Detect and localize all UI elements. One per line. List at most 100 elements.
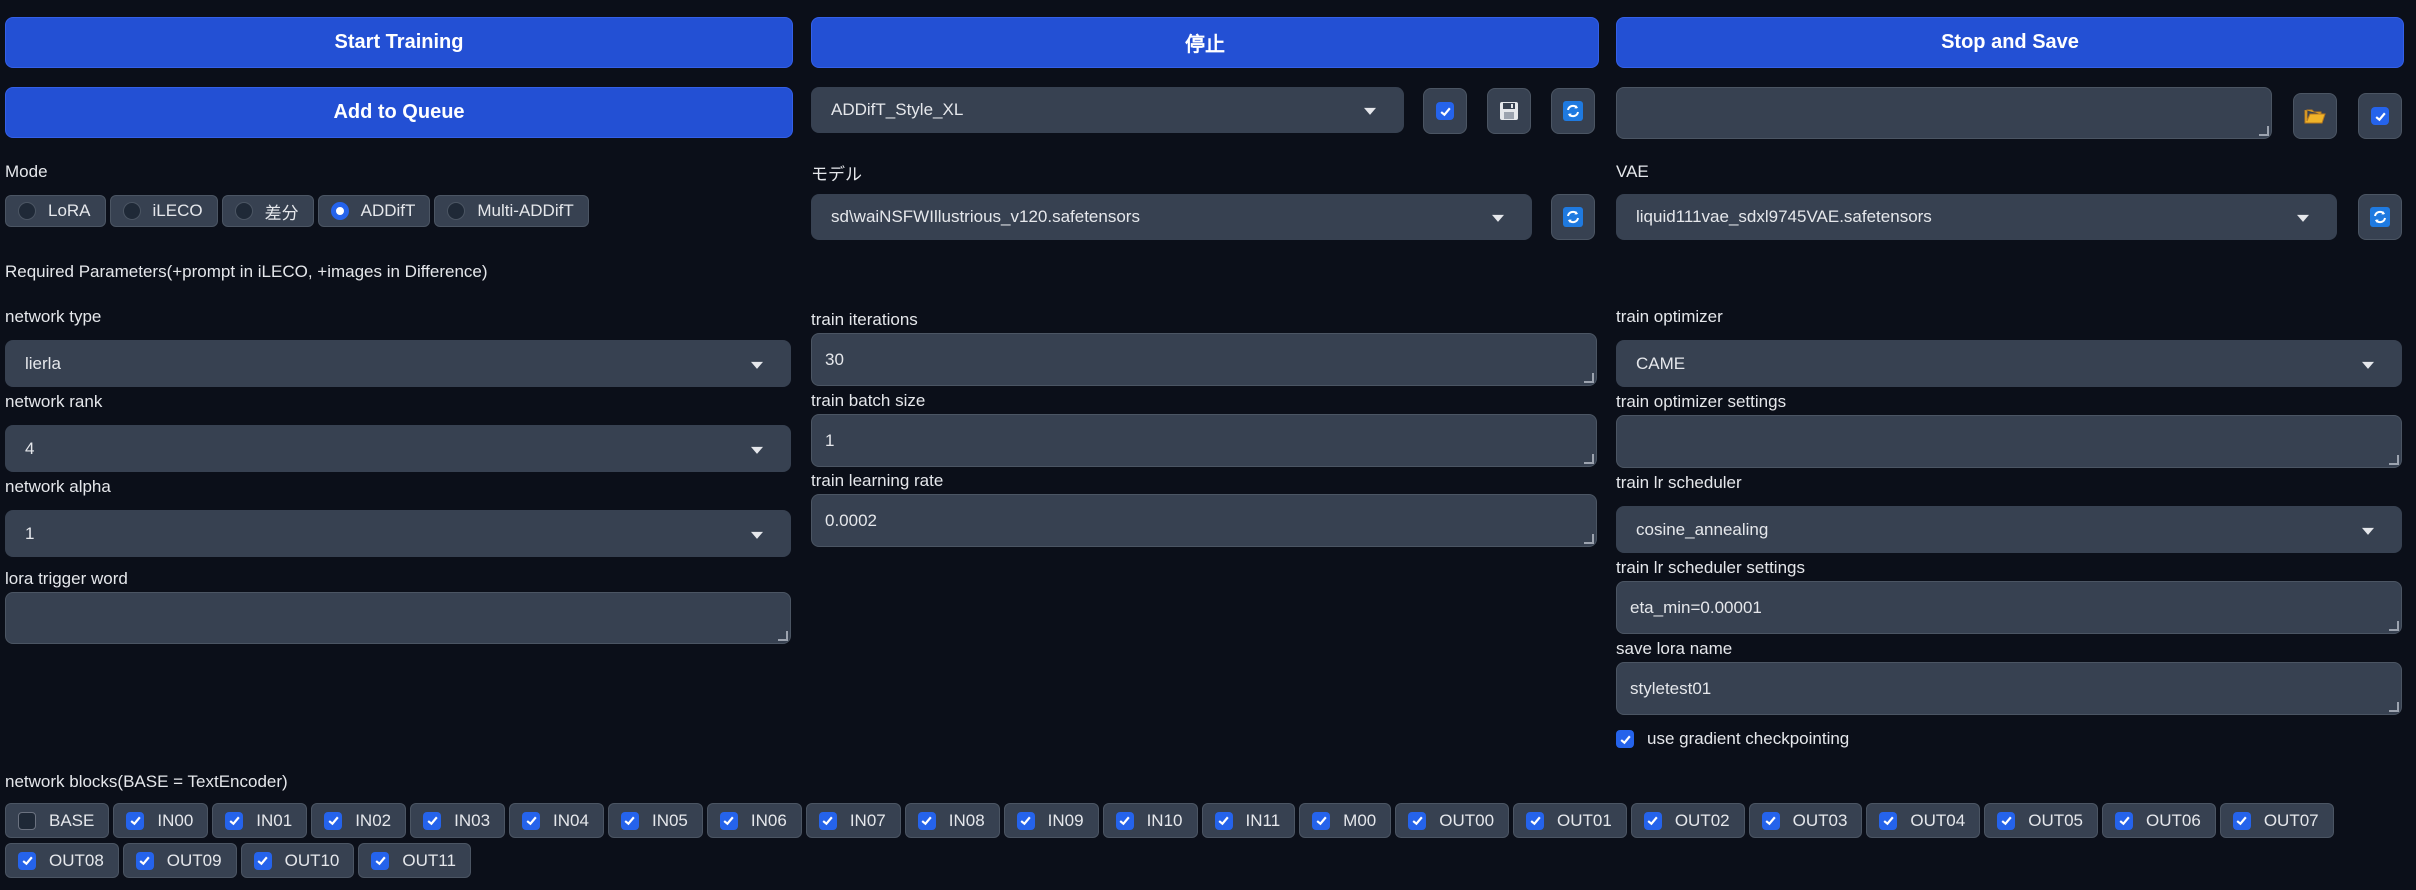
block-label: OUT06 [2146,810,2201,830]
save-preset-button[interactable] [1487,88,1531,134]
resize-handle-icon[interactable] [778,631,788,641]
open-folder-button[interactable] [2293,93,2337,139]
lr-scheduler-settings-input[interactable]: eta_min=0.00001 [1616,581,2402,634]
preset-dropdown[interactable]: ADDifT_Style_XL [811,87,1404,133]
block-checkbox-in01[interactable]: IN01 [212,803,308,838]
network-alpha-dropdown[interactable]: 1 [5,510,791,557]
start-training-button[interactable]: Start Training [5,17,793,68]
train-iterations-input[interactable]: 30 [811,333,1597,386]
chevron-down-icon [751,361,763,369]
resize-handle-icon[interactable] [1584,454,1594,464]
optimizer-settings-input[interactable] [1616,415,2402,468]
block-checkbox-in11[interactable]: IN11 [1201,803,1296,838]
train-iterations-label: train iterations [811,310,918,329]
mode-option-lora[interactable]: LoRA [5,195,106,227]
preset-name-input[interactable] [1616,87,2272,139]
resize-handle-icon[interactable] [2389,621,2399,631]
train-batch-size-input[interactable]: 1 [811,414,1597,467]
block-checkbox-in07[interactable]: IN07 [805,803,901,838]
gradient-checkpointing-checkbox[interactable]: use gradient checkpointing [1616,729,1849,749]
lr-scheduler-dropdown[interactable]: cosine_annealing [1616,506,2402,553]
checkbox-checked-icon [1312,811,1331,830]
block-checkbox-out06[interactable]: OUT06 [2102,803,2216,838]
save-lora-name-input[interactable]: styletest01 [1616,662,2402,715]
block-label: IN08 [948,810,985,830]
block-label: OUT08 [49,850,104,870]
block-checkbox-out01[interactable]: OUT01 [1513,803,1627,838]
block-checkbox-m00[interactable]: M00 [1299,803,1392,838]
vae-dropdown[interactable]: liquid111vae_sdxl9745VAE.safetensors [1616,194,2337,240]
block-label: IN05 [651,810,688,830]
block-label: IN11 [1245,810,1281,830]
block-checkbox-in10[interactable]: IN10 [1102,803,1198,838]
train-learning-rate-input[interactable]: 0.0002 [811,494,1597,547]
network-blocks-label: network blocks(BASE = TextEncoder) [5,772,288,791]
block-label: BASE [49,810,95,830]
mode-option-addift[interactable]: ADDifT [317,195,431,227]
radio-selected-icon [330,202,349,220]
block-checkbox-in05[interactable]: IN05 [607,803,703,838]
checkbox-checked-icon[interactable] [1616,730,1634,748]
block-checkbox-out09[interactable]: OUT09 [122,843,237,878]
mode-option-difference[interactable]: 差分 [221,195,314,227]
resize-handle-icon[interactable] [1584,373,1594,383]
checkbox-checked-icon [253,851,272,870]
checkbox-checked-icon [719,811,738,830]
refresh-preset-button[interactable] [1551,88,1595,134]
resize-handle-icon[interactable] [2259,126,2269,136]
load-preset-button[interactable] [2358,93,2402,139]
required-params-heading: Required Parameters(+prompt in iLECO, +i… [5,262,488,281]
refresh-vae-button[interactable] [2358,194,2402,240]
checkbox-checked-icon [818,811,837,830]
resize-handle-icon[interactable] [2389,455,2399,465]
block-label: IN04 [553,810,589,830]
apply-preset-button[interactable] [1423,88,1467,134]
block-label: OUT01 [1557,810,1612,830]
preset-value: ADDifT_Style_XL [831,100,964,119]
checkbox-checked-icon [18,851,36,870]
block-label: IN10 [1146,810,1183,830]
block-label: IN07 [849,810,886,830]
stop-button[interactable]: 停止 [811,17,1599,68]
checkbox-checked-icon [324,811,343,830]
block-label: IN02 [355,810,392,830]
block-checkbox-in08[interactable]: IN08 [904,803,1000,838]
network-rank-dropdown[interactable]: 4 [5,425,791,472]
mode-option-ileco[interactable]: iLECO [109,195,218,227]
mode-option-multi-addift[interactable]: Multi-ADDifT [434,195,589,227]
save-lora-name-label: save lora name [1616,639,1733,658]
network-type-dropdown[interactable]: lierla [5,340,791,387]
add-to-queue-button[interactable]: Add to Queue [5,87,793,138]
radio-icon [122,202,141,220]
checkbox-checked-icon [1115,811,1134,830]
block-checkbox-base[interactable]: BASE [5,803,110,838]
block-checkbox-out05[interactable]: OUT05 [1984,803,2099,838]
checkbox-checked-icon [1997,811,2016,830]
stop-and-save-button[interactable]: Stop and Save [1616,17,2404,68]
checkbox-icon [1436,102,1454,120]
block-checkbox-out00[interactable]: OUT00 [1395,803,1510,838]
block-checkbox-in02[interactable]: IN02 [311,803,407,838]
block-checkbox-out02[interactable]: OUT02 [1630,803,1745,838]
block-checkbox-out10[interactable]: OUT10 [240,843,355,878]
block-checkbox-in04[interactable]: IN04 [509,803,604,838]
block-checkbox-out08[interactable]: OUT08 [5,843,119,878]
block-checkbox-out03[interactable]: OUT03 [1748,803,1863,838]
radio-icon [234,202,253,220]
refresh-model-button[interactable] [1551,194,1595,240]
lora-trigger-input[interactable] [5,592,791,644]
checkbox-checked-icon [1214,811,1233,830]
block-checkbox-out07[interactable]: OUT07 [2219,803,2334,838]
resize-handle-icon[interactable] [2389,702,2399,712]
block-checkbox-in06[interactable]: IN06 [706,803,802,838]
block-checkbox-in00[interactable]: IN00 [113,803,209,838]
block-checkbox-out11[interactable]: OUT11 [358,843,471,878]
block-label: OUT02 [1674,810,1730,830]
block-checkbox-in03[interactable]: IN03 [410,803,506,838]
resize-handle-icon[interactable] [1584,534,1594,544]
block-checkbox-in09[interactable]: IN09 [1003,803,1099,838]
train-optimizer-dropdown[interactable]: CAME [1616,340,2402,387]
model-dropdown[interactable]: sd\waiNSFWIllustrious_v120.safetensors [811,194,1532,240]
checkbox-checked-icon [917,811,936,830]
block-checkbox-out04[interactable]: OUT04 [1866,803,1981,838]
